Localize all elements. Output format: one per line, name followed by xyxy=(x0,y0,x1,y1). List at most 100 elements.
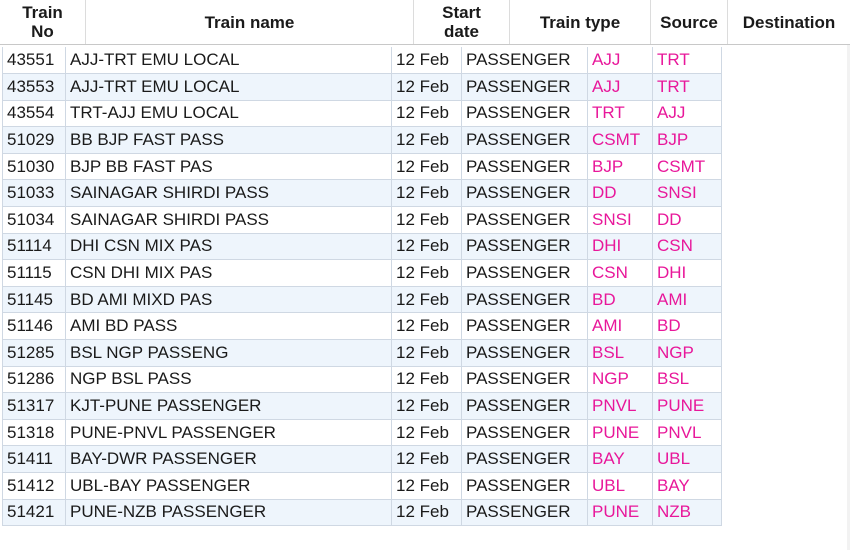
cell-start-date: 12 Feb xyxy=(391,339,462,367)
cell-source: CSMT xyxy=(587,126,653,154)
cell-destination: BD xyxy=(652,312,722,341)
column-header-train-name[interactable]: Train name xyxy=(86,0,414,44)
cell-start-date: 12 Feb xyxy=(391,472,462,500)
cell-destination: PNVL xyxy=(652,419,722,447)
cell-train-type: PASSENGER xyxy=(461,179,588,208)
table-row[interactable]: 51030 BJP BB FAST PAS 12 Feb PASSENGER BJP CS… xyxy=(2,153,722,181)
cell-start-date: 12 Feb xyxy=(391,366,462,394)
cell-start-date: 12 Feb xyxy=(391,312,462,341)
cell-train-type: PASSENGER xyxy=(461,206,588,234)
cell-train-name: BSL NGP PASSENG xyxy=(65,339,392,367)
cell-destination: BAY xyxy=(652,472,722,500)
cell-source: BJP xyxy=(587,153,653,181)
cell-destination: SNSI xyxy=(652,179,722,208)
cell-train-type: PASSENGER xyxy=(461,419,588,447)
cell-train-name: BJP BB FAST PAS xyxy=(65,153,392,181)
train-table: 43551 AJJ-TRT EMU LOCAL 12 Feb PASSENGER AJJ… xyxy=(2,47,722,527)
column-header-train-no[interactable]: Train No xyxy=(0,0,86,44)
table-row[interactable]: 51411 BAY-DWR PASSENGER 12 Feb PASSENGER BAY… xyxy=(2,445,722,473)
cell-train-type: PASSENGER xyxy=(461,286,588,314)
cell-train-name: PUNE-NZB PASSENGER xyxy=(65,499,392,527)
cell-train-no: 51285 xyxy=(2,339,66,367)
cell-source: PNVL xyxy=(587,392,653,420)
cell-train-type: PASSENGER xyxy=(461,259,588,287)
column-header-destination[interactable]: Destination xyxy=(728,0,850,44)
cell-train-no: 51145 xyxy=(2,286,66,314)
table-row[interactable]: 51033 SAINAGAR SHIRDI PASS 12 Feb PASSENGER… xyxy=(2,179,722,208)
cell-source: NGP xyxy=(587,366,653,394)
cell-source: AMI xyxy=(587,312,653,341)
cell-start-date: 12 Feb xyxy=(391,286,462,314)
cell-train-name: NGP BSL PASS xyxy=(65,366,392,394)
cell-source: PUNE xyxy=(587,419,653,447)
column-header-destination-label: Destination xyxy=(742,12,836,32)
column-header-train-type[interactable]: Train type xyxy=(510,0,651,44)
cell-start-date: 12 Feb xyxy=(391,419,462,447)
cell-train-type: PASSENGER xyxy=(461,153,588,181)
table-row[interactable]: 51317 KJT-PUNE PASSENGER 12 Feb PASSENGER PN… xyxy=(2,392,722,420)
table-row[interactable]: 51114 DHI CSN MIX PAS 12 Feb PASSENGER DHI CS… xyxy=(2,233,722,261)
cell-source: BD xyxy=(587,286,653,314)
cell-train-no: 51033 xyxy=(2,179,66,208)
cell-start-date: 12 Feb xyxy=(391,126,462,154)
cell-train-type: PASSENGER xyxy=(461,445,588,473)
table-row[interactable]: 43551 AJJ-TRT EMU LOCAL 12 Feb PASSENGER AJJ… xyxy=(2,47,722,75)
cell-train-type: PASSENGER xyxy=(461,100,588,128)
cell-destination: DHI xyxy=(652,259,722,287)
table-row[interactable]: 51412 UBL-BAY PASSENGER 12 Feb PASSENGER UBL… xyxy=(2,472,722,500)
table-row[interactable]: 51145 BD AMI MIXD PAS 12 Feb PASSENGER BD AMI xyxy=(2,286,722,314)
cell-destination: CSN xyxy=(652,233,722,261)
table-row[interactable]: 51029 BB BJP FAST PASS 12 Feb PASSENGER CSMT… xyxy=(2,126,722,154)
cell-train-type: PASSENGER xyxy=(461,366,588,394)
cell-train-name: BB BJP FAST PASS xyxy=(65,126,392,154)
cell-train-name: SAINAGAR SHIRDI PASS xyxy=(65,179,392,208)
table-row[interactable]: 43554 TRT-AJJ EMU LOCAL 12 Feb PASSENGER TRT… xyxy=(2,100,722,128)
cell-train-type: PASSENGER xyxy=(461,392,588,420)
cell-source: DHI xyxy=(587,233,653,261)
column-header-train-type-label: Train type xyxy=(539,12,621,32)
table-row[interactable]: 51034 SAINAGAR SHIRDI PASS 12 Feb PASSENGER… xyxy=(2,206,722,234)
cell-train-no: 43554 xyxy=(2,100,66,128)
column-header-source[interactable]: Source xyxy=(651,0,728,44)
table-row[interactable]: 43553 AJJ-TRT EMU LOCAL 12 Feb PASSENGER AJJ… xyxy=(2,73,722,101)
cell-train-type: PASSENGER xyxy=(461,126,588,154)
cell-destination: TRT xyxy=(652,47,722,75)
cell-start-date: 12 Feb xyxy=(391,179,462,208)
cell-destination: BSL xyxy=(652,366,722,394)
cell-train-name: CSN DHI MIX PAS xyxy=(65,259,392,287)
table-row[interactable]: 51421 PUNE-NZB PASSENGER 12 Feb PASSENGER PU… xyxy=(2,499,722,527)
cell-train-type: PASSENGER xyxy=(461,47,588,75)
table-row[interactable]: 51115 CSN DHI MIX PAS 12 Feb PASSENGER CSN DH… xyxy=(2,259,722,287)
cell-destination: AJJ xyxy=(652,100,722,128)
cell-start-date: 12 Feb xyxy=(391,499,462,527)
cell-source: TRT xyxy=(587,100,653,128)
table-row[interactable]: 51318 PUNE-PNVL PASSENGER 12 Feb PASSENGER P… xyxy=(2,419,722,447)
cell-destination: DD xyxy=(652,206,722,234)
cell-train-name: AMI BD PASS xyxy=(65,312,392,341)
cell-train-name: UBL-BAY PASSENGER xyxy=(65,472,392,500)
cell-source: AJJ xyxy=(587,73,653,101)
cell-train-no: 51286 xyxy=(2,366,66,394)
cell-train-name: TRT-AJJ EMU LOCAL xyxy=(65,100,392,128)
cell-train-no: 51034 xyxy=(2,206,66,234)
cell-source: PUNE xyxy=(587,499,653,527)
table-row[interactable]: 51286 NGP BSL PASS 12 Feb PASSENGER NGP BSL xyxy=(2,366,722,394)
table-row[interactable]: 51146 AMI BD PASS 12 Feb PASSENGER AMI BD xyxy=(2,312,722,341)
cell-train-no: 51029 xyxy=(2,126,66,154)
cell-train-name: KJT-PUNE PASSENGER xyxy=(65,392,392,420)
column-header-start-date[interactable]: Start date xyxy=(414,0,510,44)
cell-start-date: 12 Feb xyxy=(391,233,462,261)
cell-train-type: PASSENGER xyxy=(461,499,588,527)
cell-destination: BJP xyxy=(652,126,722,154)
cell-train-no: 51412 xyxy=(2,472,66,500)
cell-train-type: PASSENGER xyxy=(461,73,588,101)
train-list-view: Train No Train name Start date Train typ… xyxy=(0,0,850,550)
table-header: Train No Train name Start date Train typ… xyxy=(0,0,850,45)
column-header-start-date-line1: Start xyxy=(442,3,481,22)
cell-destination: PUNE xyxy=(652,392,722,420)
cell-train-no: 51146 xyxy=(2,312,66,341)
cell-train-name: SAINAGAR SHIRDI PASS xyxy=(65,206,392,234)
cell-source: DD xyxy=(587,179,653,208)
table-row[interactable]: 51285 BSL NGP PASSENG 12 Feb PASSENGER BSL NG… xyxy=(2,339,722,367)
cell-train-no: 51030 xyxy=(2,153,66,181)
